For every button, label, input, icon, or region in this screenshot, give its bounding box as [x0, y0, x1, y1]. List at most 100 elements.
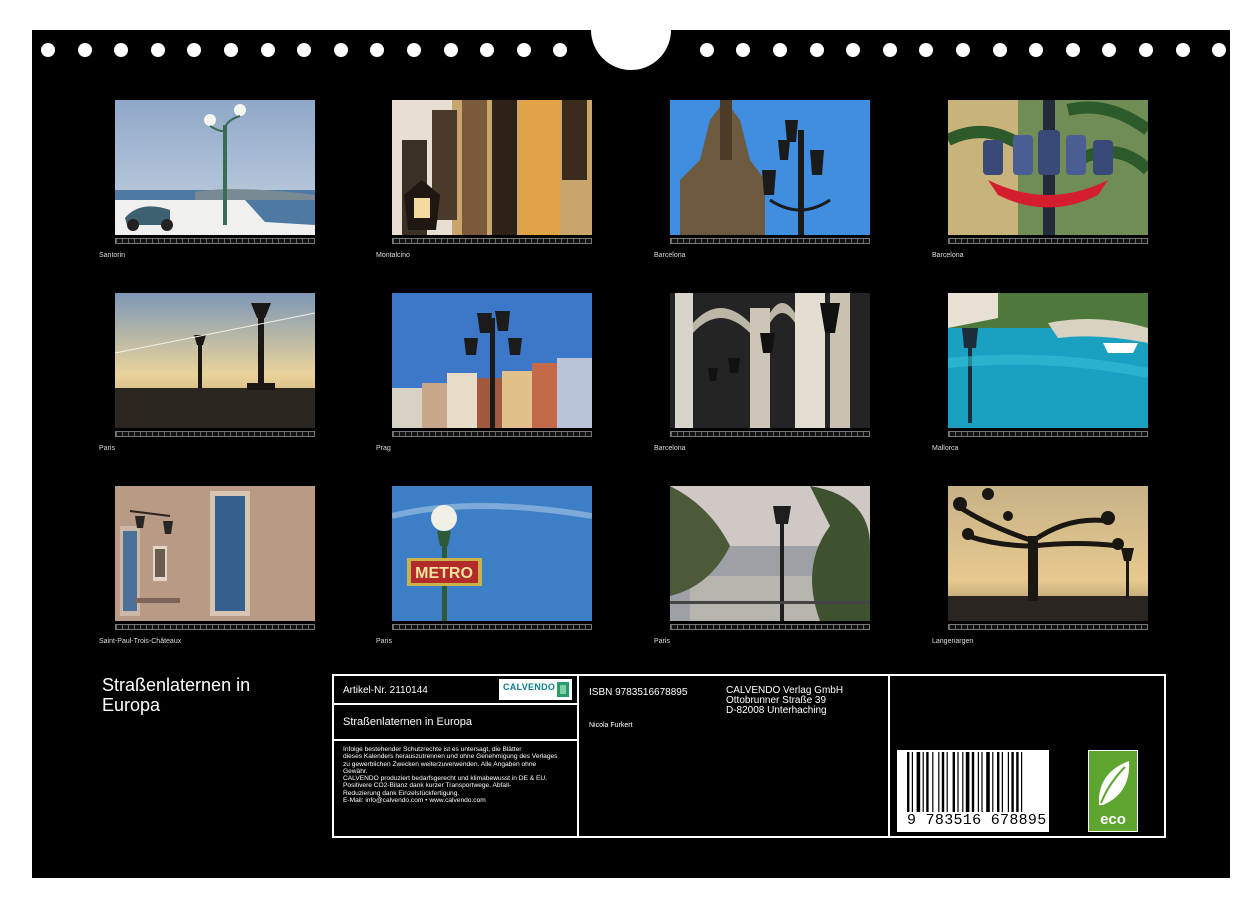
binding-hole: [41, 43, 55, 57]
calendar-day-strip: [948, 624, 1148, 630]
photo-barcelona-2: [948, 100, 1148, 235]
legal-text-line: zu gewerblichen Zwecken weiterzuverwende…: [343, 760, 537, 768]
binding-hole: [699, 43, 714, 57]
barcode-bar: [952, 752, 955, 812]
photo-caption: Paris: [376, 638, 392, 645]
binding-hole: [407, 43, 421, 57]
barcode-bars: [907, 752, 1023, 812]
product-info-box: Artikel-Nr. 2110144 CALVENDO Straßenlate…: [332, 674, 1166, 838]
barcode-bar: [916, 752, 921, 812]
calendar-day-strip: [670, 238, 870, 244]
photo-montalcino: [392, 100, 592, 235]
hanger-notch: [591, 30, 671, 70]
photo-mallorca: [948, 293, 1148, 428]
binding-hole: [1029, 43, 1044, 57]
calendar-day-strip: [670, 431, 870, 437]
legal-text-line: Infolge bestehender Schutzrechte ist es …: [343, 746, 522, 753]
svg-text:METRO: METRO: [415, 565, 473, 582]
photo-caption: Saint-Paul-Trois-Châteaux: [99, 638, 182, 645]
binding-hole: [1175, 43, 1190, 57]
photo-caption: Langenargen: [932, 638, 974, 645]
barcode-bar: [997, 752, 1000, 812]
binding-hole: [1102, 43, 1117, 57]
binding-hole: [846, 43, 861, 57]
product-title: Straßenlaternen in Europa: [343, 716, 473, 728]
legal-text-line: E-Mail: info@calvendo.com • www.calvendo…: [343, 797, 486, 805]
photo-caption: Prag: [376, 445, 391, 452]
binding-hole: [992, 43, 1007, 57]
photo-caption: Santorin: [99, 252, 126, 259]
calendar-day-strip: [115, 238, 315, 244]
divider: [888, 676, 890, 836]
eco-badge: eco: [1088, 750, 1138, 832]
barcode-bar: [911, 752, 913, 812]
binding-hole: [333, 43, 348, 57]
barcode-bar: [932, 752, 934, 812]
photo-langenargen: [948, 486, 1148, 621]
binding-hole: [1139, 43, 1153, 57]
divider: [334, 703, 579, 705]
binding-hole: [297, 43, 312, 57]
calvendo-logo-text: CALVENDO: [503, 682, 556, 692]
barcode-bar: [926, 752, 929, 812]
barcode-bar: [938, 752, 940, 812]
photo-caption: Barcelona: [654, 445, 686, 452]
isbn: ISBN 9783516678895: [589, 687, 688, 698]
calendar-day-strip: [115, 624, 315, 630]
binding-hole: [480, 43, 495, 57]
photo-paris-metro: METRO: [392, 486, 592, 621]
leaf-icon: [1098, 761, 1130, 805]
binding-hole: [956, 43, 970, 57]
photo-paris-2: [670, 486, 870, 621]
binding-hole: [1212, 43, 1227, 57]
binding-hole: [809, 43, 824, 57]
binding-hole: [260, 43, 275, 57]
binding-hole: [224, 43, 238, 57]
binding-hole: [882, 43, 897, 57]
binding-hole: [516, 43, 531, 57]
binding-hole: [1065, 43, 1080, 57]
photo-paris-1: [115, 293, 315, 428]
binding-hole: [187, 43, 202, 57]
barcode-bar: [907, 752, 910, 812]
calendar-day-strip: [115, 431, 315, 437]
binding-hole: [773, 43, 787, 57]
binding-hole: [736, 43, 751, 57]
photo-prag: [392, 293, 592, 428]
barcode-bar: [965, 752, 970, 812]
barcode-bar: [977, 752, 979, 812]
photo-barcelona-1: [670, 100, 870, 235]
photo-saint-paul: [115, 486, 315, 621]
barcode-bar: [946, 752, 948, 812]
legal-text-line: Reduzierung dank Einzelstückfertigung.: [343, 789, 460, 797]
legal-text: Infolge bestehender Schutzrechte ist es …: [343, 746, 578, 804]
binding-hole: [77, 43, 92, 57]
calendar-day-strip: [670, 624, 870, 630]
barcode-bar: [957, 752, 959, 812]
photo-caption: Barcelona: [932, 252, 964, 259]
binding-hole: [443, 43, 458, 57]
barcode-bar: [1016, 752, 1019, 812]
binding-hole: [150, 43, 165, 57]
photo-santorin: [115, 100, 315, 235]
barcode-bar: [971, 752, 975, 812]
photo-caption: Barcelona: [654, 252, 686, 259]
article-number: Artikel-Nr. 2110144: [343, 685, 428, 696]
legal-text-line: dieses Kalenders herauszutrennen und ohn…: [343, 753, 558, 761]
barcode-bar: [981, 752, 983, 812]
legal-text-line: Positivere CO2-Bilanz dank kurzer Transp…: [343, 782, 512, 790]
legal-text-line: CALVENDO produziert bedarfsgerecht und k…: [343, 775, 548, 783]
barcode-bar: [1007, 752, 1009, 812]
barcode-bar: [992, 752, 994, 812]
photo-caption: Paris: [99, 445, 115, 452]
calendar-day-strip: [392, 431, 592, 437]
barcode-bar: [986, 752, 990, 812]
barcode-bar: [1011, 752, 1014, 812]
barcode-bar: [922, 752, 924, 812]
photo-caption: Montalcino: [376, 252, 410, 259]
barcode-bar: [1021, 752, 1023, 812]
barcode-bar: [1001, 752, 1003, 812]
divider: [334, 739, 579, 741]
calendar-day-strip: [948, 431, 1148, 437]
isbn-barcode: 9 783516 678895: [897, 750, 1049, 832]
